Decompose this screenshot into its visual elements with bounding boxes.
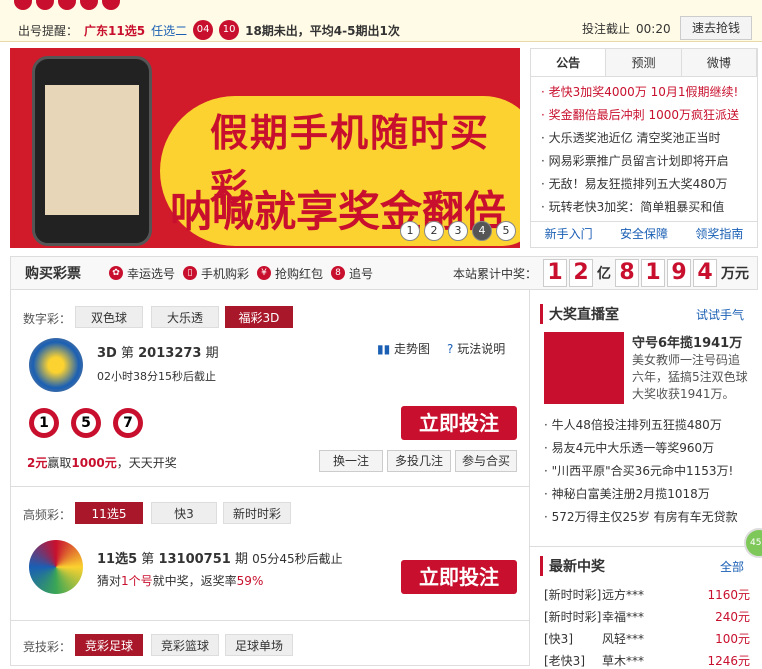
tab-3d[interactable]: 福彩3D <box>225 306 293 328</box>
win-row: [快3] 风轻*** 100元 <box>544 632 750 646</box>
slide-dot[interactable]: 3 <box>448 221 468 241</box>
3d-logo-icon <box>29 338 83 392</box>
tab-single-match[interactable]: 足球单场 <box>225 634 293 656</box>
tab-forecast[interactable]: 预测 <box>606 49 682 76</box>
tab-k3[interactable]: 快3 <box>151 502 217 524</box>
buy-lottery-bar: 购买彩票 ✿ 幸运选号 ▯ 手机购彩 ¥ 抢购红包 8 追号 本站累计中奖： 12 亿 … <box>10 256 758 290</box>
live-panel: 大奖直播室 试试手气 守号6年揽1941万 美女教师一注号码追六年，猛搞5注双色… <box>530 296 758 668</box>
3d-issue: 3D 第 2013273 期 <box>97 346 219 361</box>
phone-icon: ▯ <box>183 266 198 280</box>
gift-icon: ¥ <box>257 266 272 280</box>
tab-ssq[interactable]: 双色球 <box>75 306 143 328</box>
live-item[interactable]: · 牛人48倍投注排列五狂揽480万 <box>544 414 738 437</box>
notice-item[interactable]: · 老快3加奖4000万 10月1假期继续! <box>541 81 757 104</box>
pick-ball[interactable]: 5 <box>71 408 101 438</box>
lottery-link[interactable]: 广东11选5 <box>84 22 145 39</box>
live-headline[interactable]: 守号6年揽1941万 <box>632 332 742 351</box>
3d-countdown: 02小时38分15秒后截止 <box>97 370 216 383</box>
all-link[interactable]: 全部 <box>720 558 744 575</box>
live-item[interactable]: · 572万得主仅25岁 有房有车无贷款 <box>544 506 738 529</box>
tab-weibo[interactable]: 微博 <box>682 49 757 76</box>
follow-number-link[interactable]: 8 追号 <box>331 265 373 282</box>
live-item[interactable]: · "川西平原"合买36元命中1153万! <box>544 460 738 483</box>
notice-item[interactable]: · 玩转老快3加奖：简单粗暴买和值 <box>541 196 757 219</box>
option-link[interactable]: 任选二 <box>151 22 187 39</box>
quick-bet-button[interactable]: 速去抢钱 <box>680 16 752 40</box>
mobile-buy-link[interactable]: ▯ 手机购彩 <box>183 265 249 282</box>
try-luck-link[interactable]: 试试手气 <box>696 306 744 323</box>
footer-link-beginner[interactable]: 新手入门 <box>545 222 593 247</box>
live-title: 大奖直播室 <box>540 304 619 324</box>
footer-link-security[interactable]: 安全保障 <box>620 222 668 247</box>
bet-now-button[interactable]: 立即投注 <box>401 406 517 440</box>
bet-now-button-11x5[interactable]: 立即投注 <box>401 560 517 594</box>
reminder-ball: 04 <box>193 20 214 40</box>
lucky-pick-link[interactable]: ✿ 幸运选号 <box>109 265 175 282</box>
notice-item[interactable]: · 大乐透奖池近亿 清空奖池正当时 <box>541 127 757 150</box>
deadline-label: 投注截止 <box>582 22 631 36</box>
red-packet-link[interactable]: ¥ 抢购红包 <box>257 265 323 282</box>
buy-title: 购买彩票 <box>25 266 81 282</box>
draw-reminder-label: 出号提醒： <box>18 23 79 38</box>
live-item[interactable]: · 神秘白富美注册2月揽1018万 <box>544 483 738 506</box>
eight-ball-icon: 8 <box>331 266 346 280</box>
lottery-main-panel: 数字彩： 双色球 大乐透 福彩3D 3D 第 2013273 期 02小时38分… <box>10 290 530 666</box>
footer-link-claim[interactable]: 领奖指南 <box>695 222 743 247</box>
top-notice-bar: 出号提醒： 广东11选5 任选二 04 10 18期未出，平均4-5期出1次 投… <box>0 0 762 42</box>
group-buy-button[interactable]: 参与合买 <box>455 450 517 472</box>
tab-ssc[interactable]: 新时时彩 <box>223 502 291 524</box>
change-pick-button[interactable]: 换一注 <box>319 450 383 472</box>
digital-label: 数字彩： <box>23 312 72 326</box>
latest-title: 最新中奖 <box>540 556 605 576</box>
live-list: · 牛人48倍投注排列五狂揽480万 · 易友4元中大乐透一等奖960万 · "… <box>544 414 738 529</box>
slide-dot[interactable]: 2 <box>424 221 444 241</box>
tab-notice[interactable]: 公告 <box>531 49 607 76</box>
win-row: [新时时彩] 幸福*** 240元 <box>544 610 750 624</box>
rules-link[interactable]: ? 玩法说明 <box>447 340 505 357</box>
win-row: [新时时彩] 远方*** 1160元 <box>544 588 750 602</box>
notice-panel: 公告 预测 微博 · 老快3加奖4000万 10月1假期继续! · 奖金翻倍最后… <box>530 48 758 248</box>
phone-graphic <box>32 56 152 246</box>
tab-football[interactable]: 竞彩足球 <box>75 634 143 656</box>
slide-dot[interactable]: 4 <box>472 221 492 241</box>
total-win-counter: 12 亿 8194 万元 <box>543 259 751 287</box>
help-icon: ? <box>447 342 454 356</box>
11x5-logo-icon <box>29 540 83 594</box>
jackpot-promo-image[interactable] <box>544 332 624 404</box>
win-row: [老快3] 草木*** 1246元 <box>544 654 750 668</box>
trend-link[interactable]: ▮▮ 走势图 <box>377 340 430 357</box>
clover-icon: ✿ <box>109 266 123 280</box>
deadline-time: 00:20 <box>636 21 671 36</box>
slide-dot[interactable]: 5 <box>496 221 516 241</box>
tab-basketball[interactable]: 竞彩篮球 <box>151 634 219 656</box>
live-item[interactable]: · 易友4元中大乐透一等奖960万 <box>544 437 738 460</box>
prize-text: 2元赢取1000元，天天开奖 <box>27 456 177 470</box>
tab-11x5[interactable]: 11选5 <box>75 502 143 524</box>
notice-item[interactable]: · 奖金翻倍最后冲刺 1000万疯狂派送 <box>541 104 757 127</box>
reminder-ball: 10 <box>219 20 240 40</box>
pick-ball[interactable]: 1 <box>29 408 59 438</box>
11x5-issue: 11选5 第 13100751 期 05分45秒后截止 <box>97 552 343 567</box>
slide-dot[interactable]: 1 <box>400 221 420 241</box>
missing-text: 18期未出，平均4-5期出1次 <box>245 23 400 38</box>
promo-banner[interactable]: 假期手机随时买彩 呐喊就享奖金翻倍 1 2 3 4 5 <box>10 48 520 248</box>
notice-item[interactable]: · 网易彩票推广员留言计划即将开启 <box>541 150 757 173</box>
total-win-label: 本站累计中奖： <box>453 267 538 281</box>
sports-label: 竞技彩： <box>23 640 72 654</box>
11x5-desc: 猜对1个号就中奖，返奖率59% <box>97 574 264 588</box>
pick-ball[interactable]: 7 <box>113 408 143 438</box>
live-desc: 美女教师一注号码追六年，猛搞5注双色球大奖收获1941万。 <box>632 353 748 401</box>
notice-item[interactable]: · 无敌！易友狂揽排列五大奖480万 <box>541 173 757 196</box>
high-freq-label: 高频彩： <box>23 508 72 522</box>
prev-draw-balls <box>14 0 120 10</box>
chart-icon: ▮▮ <box>377 342 391 356</box>
multi-bet-button[interactable]: 多投几注 <box>387 450 451 472</box>
tab-dlt[interactable]: 大乐透 <box>151 306 219 328</box>
